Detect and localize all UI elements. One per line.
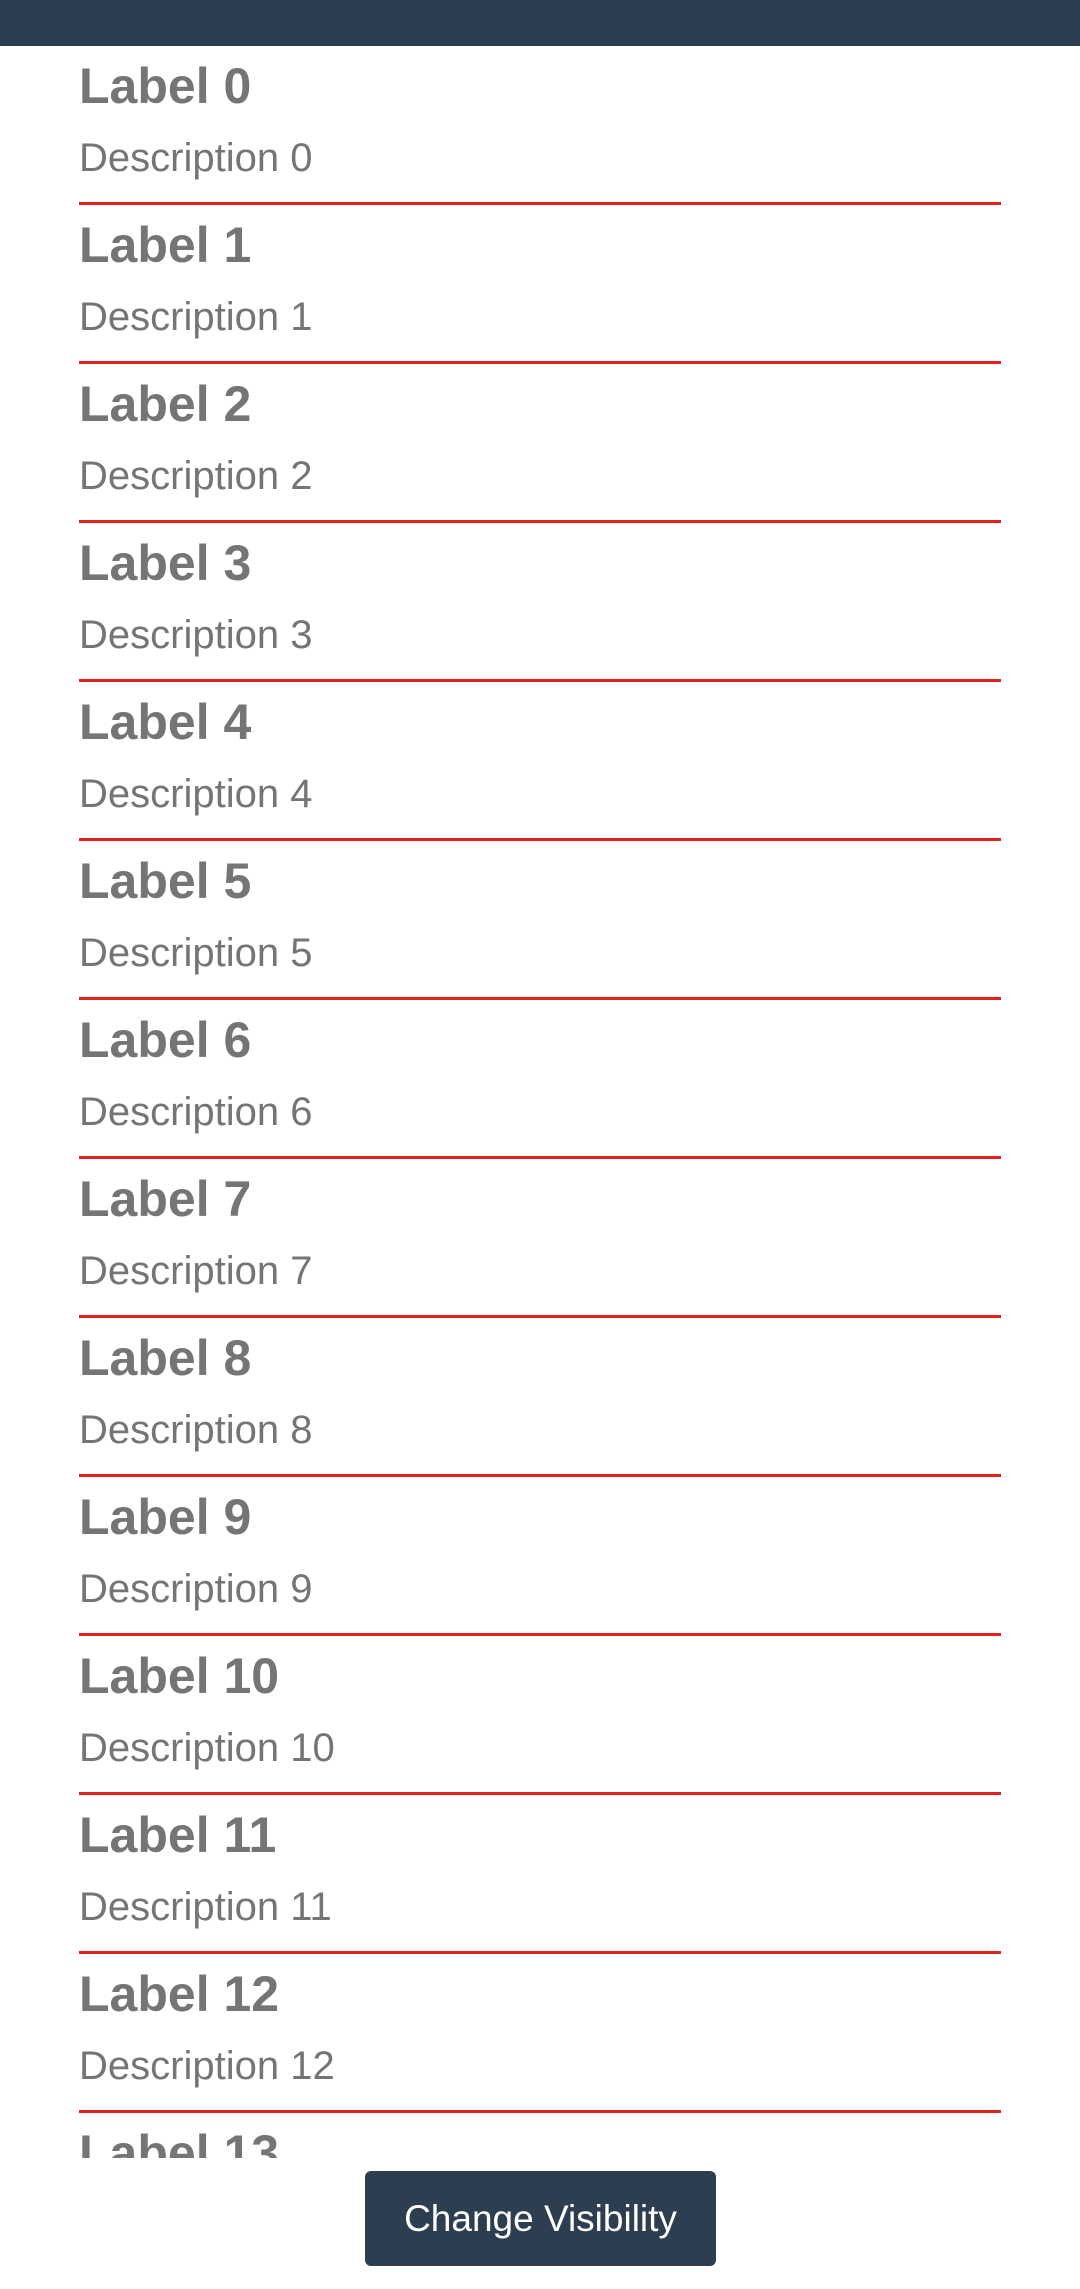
list-item[interactable]: Label 11 Description 11: [79, 1795, 1001, 1954]
list-item[interactable]: Label 0 Description 0: [79, 46, 1001, 205]
item-label: Label 0: [79, 58, 252, 114]
item-list[interactable]: Label 0 Description 0 Label 1 Description 1…: [79, 46, 1001, 2158]
item-label: Label 10: [79, 1648, 280, 1704]
list-item[interactable]: Label 10 Description 10: [79, 1636, 1001, 1795]
item-description: Description 7: [79, 1249, 313, 1293]
item-description: Description 2: [79, 454, 313, 498]
item-label: Label 5: [79, 853, 252, 909]
list-item[interactable]: Label 8 Description 8: [79, 1318, 1001, 1477]
item-description: Description 3: [79, 613, 313, 657]
item-label: Label 7: [79, 1171, 252, 1227]
list-item[interactable]: Label 7 Description 7: [79, 1159, 1001, 1318]
item-label: Label 4: [79, 694, 252, 750]
item-description: Description 10: [79, 1726, 335, 1770]
item-label: Label 13: [79, 2125, 280, 2158]
item-description: Description 6: [79, 1090, 313, 1134]
item-description: Description 11: [79, 1885, 332, 1929]
list-item[interactable]: Label 4 Description 4: [79, 682, 1001, 841]
item-description: Description 0: [79, 136, 313, 180]
item-description: Description 5: [79, 931, 313, 975]
list-item[interactable]: Label 6 Description 6: [79, 1000, 1001, 1159]
item-description: Description 1: [79, 295, 313, 339]
item-description: Description 9: [79, 1567, 313, 1611]
list-item[interactable]: Label 13: [79, 2113, 1001, 2158]
item-description: Description 4: [79, 772, 313, 816]
item-label: Label 6: [79, 1012, 252, 1068]
item-description: Description 8: [79, 1408, 313, 1452]
list-item[interactable]: Label 3 Description 3: [79, 523, 1001, 682]
list-item[interactable]: Label 2 Description 2: [79, 364, 1001, 523]
change-visibility-button[interactable]: Change Visibility: [365, 2171, 716, 2266]
item-description: Description 12: [79, 2044, 335, 2088]
item-label: Label 8: [79, 1330, 252, 1386]
item-label: Label 9: [79, 1489, 252, 1545]
list-item[interactable]: Label 1 Description 1: [79, 205, 1001, 364]
status-bar: [0, 0, 1080, 46]
item-label: Label 11: [79, 1807, 277, 1863]
item-label: Label 3: [79, 535, 252, 591]
list-item[interactable]: Label 5 Description 5: [79, 841, 1001, 1000]
item-label: Label 1: [79, 217, 252, 273]
item-label: Label 2: [79, 376, 252, 432]
list-item[interactable]: Label 9 Description 9: [79, 1477, 1001, 1636]
list-item[interactable]: Label 12 Description 12: [79, 1954, 1001, 2113]
item-label: Label 12: [79, 1966, 280, 2022]
